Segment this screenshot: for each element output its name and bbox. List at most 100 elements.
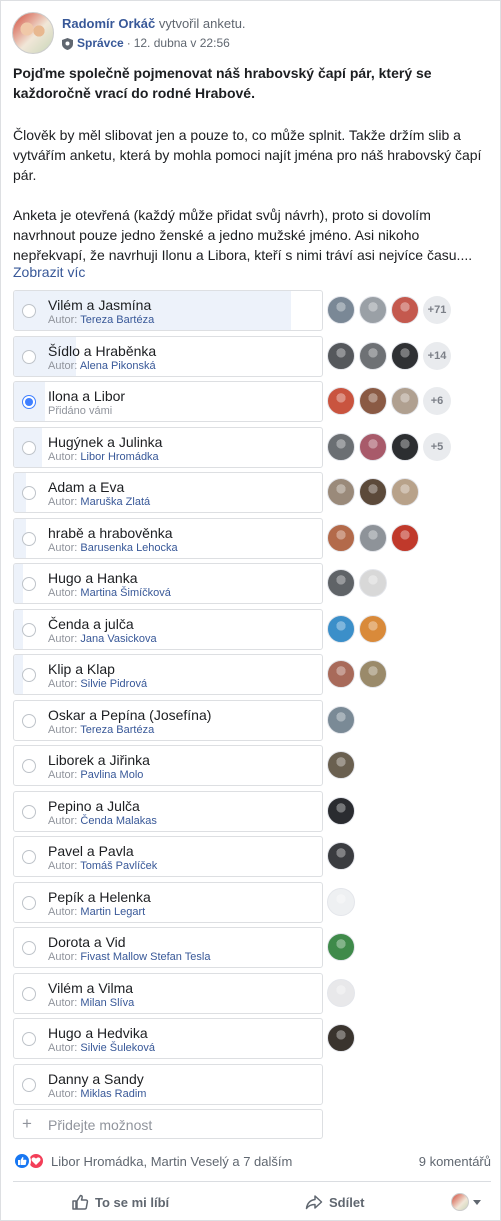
voter-avatar[interactable] xyxy=(327,706,355,734)
voter-avatar[interactable] xyxy=(391,342,419,370)
poll-option-voters[interactable] xyxy=(327,842,359,870)
voter-avatar[interactable] xyxy=(359,524,387,552)
poll-option-radio[interactable] xyxy=(22,987,36,1001)
poll-option-voters[interactable] xyxy=(327,979,359,1007)
poll-option[interactable]: Hugo a Hanka Autor: Martina Šimíčková xyxy=(13,563,323,604)
more-voters-count[interactable]: +6 xyxy=(423,387,451,415)
author-name[interactable]: Radomír Orkáč xyxy=(62,16,155,31)
poll-option-voters[interactable]: +14 xyxy=(327,342,451,370)
voter-avatar[interactable] xyxy=(327,478,355,506)
poll-option-voters[interactable] xyxy=(327,933,359,961)
voter-avatar[interactable] xyxy=(391,433,419,461)
poll-option-author-name[interactable]: Fivast Mallow Stefan Tesla xyxy=(80,951,210,963)
voter-avatar[interactable] xyxy=(391,478,419,506)
voter-avatar[interactable] xyxy=(327,569,355,597)
poll-option[interactable]: hrabě a hrabověnka Autor: Barusenka Lehoc… xyxy=(13,518,323,559)
poll-option-radio[interactable] xyxy=(22,805,36,819)
poll-option-voters[interactable] xyxy=(327,660,391,688)
poll-option-author-name[interactable]: Martina Šimíčková xyxy=(80,587,170,599)
poll-option-author-name[interactable]: Barusenka Lehocka xyxy=(80,542,177,554)
poll-option-voters[interactable] xyxy=(327,888,359,916)
poll-option-author-name[interactable]: Tomáš Pavlíček xyxy=(80,860,157,872)
voter-avatar[interactable] xyxy=(327,842,355,870)
poll-option-voters[interactable] xyxy=(327,478,423,506)
poll-option-radio[interactable] xyxy=(22,532,36,546)
poll-option[interactable]: Pavel a Pavla Autor: Tomáš Pavlíček xyxy=(13,836,323,877)
voter-avatar[interactable] xyxy=(327,797,355,825)
poll-option-radio[interactable] xyxy=(22,486,36,500)
poll-option-author-name[interactable]: Miklas Radim xyxy=(80,1088,146,1100)
comments-count[interactable]: 9 komentářů xyxy=(419,1154,491,1169)
poll-option-author-name[interactable]: Silvie Šuleková xyxy=(80,1042,155,1054)
poll-option-author-name[interactable]: Jana Vasickova xyxy=(80,633,156,645)
voter-avatar[interactable] xyxy=(359,660,387,688)
share-button[interactable]: Sdílet xyxy=(305,1187,364,1217)
more-voters-count[interactable]: +14 xyxy=(423,342,451,370)
voter-avatar[interactable] xyxy=(327,387,355,415)
voter-avatar[interactable] xyxy=(327,751,355,779)
voter-avatar[interactable] xyxy=(359,433,387,461)
poll-option[interactable]: Klip a Klap Autor: Silvie Pidrová xyxy=(13,654,323,695)
poll-option-voters[interactable] xyxy=(327,751,359,779)
poll-option[interactable]: Vilém a Vilma Autor: Milan Slíva xyxy=(13,973,323,1014)
voter-avatar[interactable] xyxy=(391,296,419,324)
poll-option[interactable]: Čenda a julča Autor: Jana Vasickova xyxy=(13,609,323,650)
more-voters-count[interactable]: +5 xyxy=(423,433,451,461)
poll-option-radio[interactable] xyxy=(22,714,36,728)
poll-option-radio[interactable] xyxy=(22,668,36,682)
poll-option-radio[interactable] xyxy=(22,441,36,455)
add-option-field[interactable]: + Přidejte možnost xyxy=(13,1109,323,1139)
poll-option-radio[interactable] xyxy=(22,850,36,864)
voter-avatar[interactable] xyxy=(327,615,355,643)
post-date[interactable]: 12. dubna v 22:56 xyxy=(134,34,230,52)
voter-avatar[interactable] xyxy=(359,387,387,415)
voter-avatar[interactable] xyxy=(391,524,419,552)
poll-option[interactable]: Hugo a Hedvika Autor: Silvie Šuleková xyxy=(13,1018,323,1059)
see-more-link[interactable]: Zobrazit víc xyxy=(13,262,85,282)
poll-option-author-name[interactable]: Čenda Malakas xyxy=(80,815,156,827)
voter-avatar[interactable] xyxy=(359,478,387,506)
voter-avatar[interactable] xyxy=(327,1024,355,1052)
voter-avatar[interactable] xyxy=(327,524,355,552)
poll-option-radio[interactable] xyxy=(22,1032,36,1046)
role-label[interactable]: Správce xyxy=(77,34,124,52)
reactors-text[interactable]: Libor Hromádka, Martin Veselý a 7 dalším xyxy=(51,1154,292,1169)
poll-option-radio[interactable] xyxy=(22,896,36,910)
poll-option[interactable]: Adam a Eva Autor: Maruška Zlatá xyxy=(13,472,323,513)
poll-option-voters[interactable] xyxy=(327,569,391,597)
poll-option-voters[interactable]: +71 xyxy=(327,296,451,324)
poll-option-radio[interactable] xyxy=(22,577,36,591)
poll-option-voters[interactable]: +5 xyxy=(327,433,451,461)
poll-option[interactable]: Vilém a Jasmína Autor: Tereza Bartéza xyxy=(13,290,323,331)
poll-option[interactable]: Hugýnek a Julinka Autor: Libor Hromádka xyxy=(13,427,323,468)
poll-option[interactable]: Dorota a Vid Autor: Fivast Mallow Stefan … xyxy=(13,927,323,968)
author-avatar[interactable] xyxy=(12,12,54,54)
poll-option-voters[interactable]: +6 xyxy=(327,387,451,415)
poll-option-author-name[interactable]: Silvie Pidrová xyxy=(80,678,147,690)
poll-option-author-name[interactable]: Libor Hromádka xyxy=(80,451,158,463)
poll-option-author-name[interactable]: Pavlina Molo xyxy=(80,769,143,781)
poll-option-voters[interactable] xyxy=(327,1024,359,1052)
poll-option[interactable]: Liborek a Jiřinka Autor: Pavlina Molo xyxy=(13,745,323,786)
poll-option-voters[interactable] xyxy=(327,706,359,734)
poll-option-radio[interactable] xyxy=(22,304,36,318)
like-reaction-icon[interactable] xyxy=(13,1152,31,1170)
poll-option-radio[interactable] xyxy=(22,941,36,955)
poll-option-voters[interactable] xyxy=(327,615,391,643)
audience-selector[interactable] xyxy=(451,1193,481,1211)
poll-option-author-name[interactable]: Milan Slíva xyxy=(80,997,134,1009)
voter-avatar[interactable] xyxy=(359,615,387,643)
voter-avatar[interactable] xyxy=(327,433,355,461)
voter-avatar[interactable] xyxy=(327,888,355,916)
poll-option-radio[interactable] xyxy=(22,623,36,637)
poll-option-voters[interactable] xyxy=(327,524,423,552)
poll-option[interactable]: Šídlo a Hraběnka Autor: Alena Pikonská xyxy=(13,336,323,377)
poll-option-radio[interactable] xyxy=(22,350,36,364)
voter-avatar[interactable] xyxy=(327,979,355,1007)
voter-avatar[interactable] xyxy=(327,660,355,688)
poll-option[interactable]: Pepino a Julča Autor: Čenda Malakas xyxy=(13,791,323,832)
voter-avatar[interactable] xyxy=(327,342,355,370)
voter-avatar[interactable] xyxy=(359,342,387,370)
poll-option-radio[interactable] xyxy=(22,395,36,409)
poll-option-author-name[interactable]: Maruška Zlatá xyxy=(80,496,150,508)
